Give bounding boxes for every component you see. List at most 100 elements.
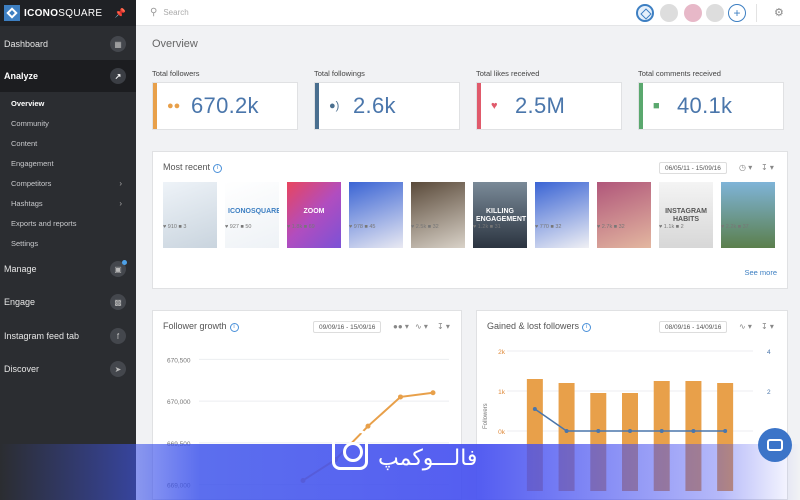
post-likes: 1.8k: [291, 224, 304, 230]
post-likes: 2.2k: [725, 224, 738, 230]
y-tick-label-left: 0k: [498, 429, 506, 436]
stat-accent: [315, 83, 319, 129]
post-stats: ♥ 2.2k ■ 37: [721, 224, 749, 230]
post-comments: 50: [245, 224, 252, 230]
calendar-icon: ▣: [110, 260, 127, 277]
post-likes: 1.1k: [663, 224, 676, 230]
post-thumbnail[interactable]: [163, 182, 217, 248]
search-input[interactable]: [163, 8, 364, 17]
divider: [756, 4, 757, 22]
post-likes: 910: [167, 224, 179, 230]
post-stats: ♥ 910 ■ 3: [163, 224, 186, 230]
post-comments: 32: [618, 224, 625, 230]
data-point: [398, 394, 403, 400]
post-likes: 978: [353, 224, 365, 230]
post-caption: ZOOM: [303, 208, 325, 215]
y-tick-label: 670,500: [167, 357, 191, 364]
nav-manage[interactable]: Manage ▣: [0, 253, 136, 285]
see-more-link[interactable]: See more: [744, 268, 777, 277]
post-thumbnail[interactable]: INSTAGRAM HABITS: [659, 182, 713, 248]
card-title: Most recent i: [163, 162, 223, 173]
post-thumbnail[interactable]: [721, 182, 775, 248]
post-likes: 770: [539, 224, 551, 230]
stat-card-followers: ●● 670.2k: [152, 82, 298, 130]
comment-icon: ■: [653, 100, 660, 112]
post-stats: ♥ 1.1k ■ 2: [659, 224, 684, 230]
post-thumbnail[interactable]: [597, 182, 651, 248]
stat-value: 40.1k: [677, 93, 733, 118]
post-caption: ICONOSQUARE: [228, 208, 279, 215]
post-likes: 927: [229, 224, 241, 230]
stat-card-followings: ●) 2.6k: [314, 82, 460, 130]
page-title: Overview: [152, 38, 198, 50]
nav-label: Manage: [4, 264, 37, 274]
info-icon[interactable]: i: [213, 164, 223, 173]
post-likes: 2.7k: [601, 224, 614, 230]
nav-engage[interactable]: Engage ▩: [0, 286, 136, 318]
subnav-community[interactable]: Community: [0, 113, 136, 133]
subnav-content[interactable]: Content: [0, 133, 136, 153]
nav-instagram-feed-tab[interactable]: Instagram feed tab f: [0, 320, 136, 352]
download-icon[interactable]: ↧ ▾: [761, 163, 774, 172]
stat-label: Total followings: [314, 69, 365, 78]
post-thumbnail[interactable]: [535, 182, 589, 248]
logo-mark-icon: [4, 5, 20, 21]
heart-icon: ♥: [491, 100, 498, 112]
stat-card-comments: ■ 40.1k: [638, 82, 784, 130]
account-avatar[interactable]: [706, 4, 724, 22]
subnav-exports[interactable]: Exports and reports: [0, 213, 136, 233]
topbar: ⚲ + ⚙: [136, 0, 800, 26]
nav-dashboard[interactable]: Dashboard ▦: [0, 28, 136, 60]
data-point: [723, 429, 728, 433]
search-icon[interactable]: ⚲: [150, 7, 157, 18]
chevron-right-icon: ›: [119, 198, 122, 208]
add-account-icon[interactable]: +: [728, 4, 746, 22]
subnav-settings[interactable]: Settings: [0, 233, 136, 253]
subnav-overview[interactable]: Overview: [0, 93, 136, 113]
clock-icon[interactable]: ◷ ▾: [739, 163, 752, 172]
people-icon: ●●: [167, 100, 181, 112]
chat-support-button[interactable]: [758, 428, 792, 462]
compass-icon: ➤: [110, 361, 126, 377]
stat-label: Total comments received: [638, 69, 721, 78]
nav-discover[interactable]: Discover ➤: [0, 353, 136, 385]
stat-accent: [153, 83, 157, 129]
stat-accent: [477, 83, 481, 129]
gear-icon[interactable]: ⚙: [774, 6, 784, 19]
data-point: [691, 429, 696, 433]
nav-label: Dashboard: [4, 39, 49, 49]
post-thumbnail[interactable]: ZOOM: [287, 182, 341, 248]
y-axis-label: Followers: [483, 403, 489, 429]
subnav-engagement[interactable]: Engagement: [0, 153, 136, 173]
date-range-picker[interactable]: 06/05/11 - 15/09/16: [659, 162, 727, 174]
nav-analyze[interactable]: Analyze ↗: [0, 60, 136, 92]
post-comments: 37: [742, 224, 749, 230]
subnav-competitors[interactable]: Competitors ›: [0, 173, 136, 193]
stat-label: Total likes received: [476, 69, 540, 78]
post-stats: ♥ 770 ■ 32: [535, 224, 562, 230]
account-avatar[interactable]: [684, 4, 702, 22]
logo-text: ICONOSQUARE: [24, 7, 103, 19]
trend-icon: ↗: [110, 68, 126, 84]
stat-label: Total followers: [152, 69, 200, 78]
notification-dot: [122, 260, 127, 265]
data-point: [596, 429, 601, 433]
pin-icon[interactable]: 📌: [115, 8, 126, 19]
y-tick-label-left: 1k: [498, 389, 506, 396]
grid-icon: ▦: [110, 36, 126, 52]
post-thumbnail[interactable]: ICONOSQUARE: [225, 182, 279, 248]
post-thumbnail[interactable]: [349, 182, 403, 248]
post-thumbnail[interactable]: [411, 182, 465, 248]
post-stats: ♥ 2.5k ■ 32: [411, 224, 439, 230]
logo[interactable]: ICONOSQUARE 📌: [0, 0, 136, 26]
account-avatar[interactable]: [660, 4, 678, 22]
sidebar: ICONOSQUARE 📌 Dashboard ▦ Analyze ↗ Over…: [0, 0, 136, 500]
y-tick-label-left: 2k: [498, 349, 506, 356]
account-avatar-active[interactable]: [636, 4, 654, 22]
post-stats: ♥ 978 ■ 45: [349, 224, 376, 230]
post-thumbnail[interactable]: KILLING ENGAGEMENT: [473, 182, 527, 248]
post-comments: 3: [183, 224, 187, 230]
subnav-hashtags[interactable]: Hashtags ›: [0, 193, 136, 213]
post-comments: 69: [308, 224, 315, 230]
y-tick-label-right: 2: [767, 389, 771, 396]
